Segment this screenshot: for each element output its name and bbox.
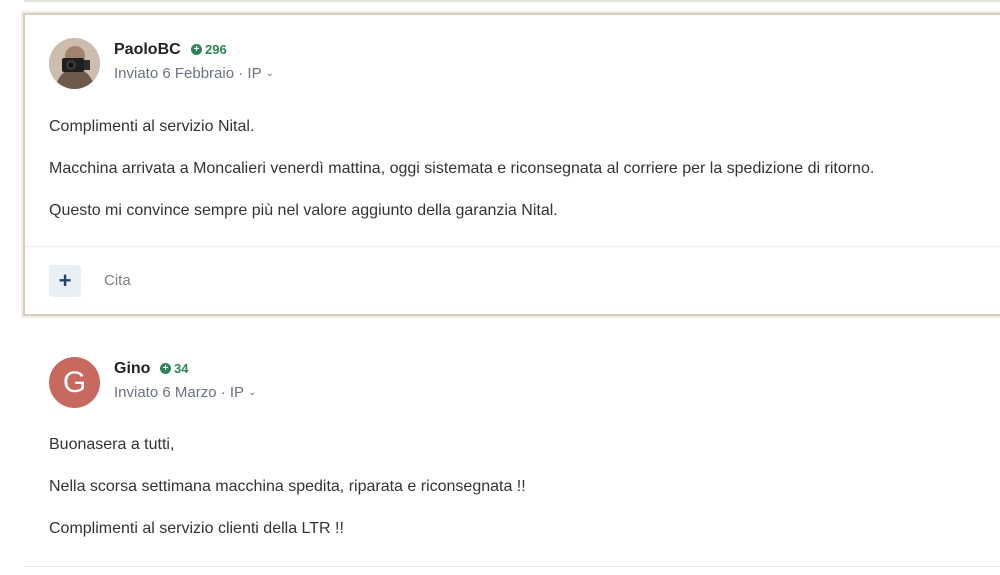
post-paragraph: Macchina arrivata a Moncalieri venerdì m… [49, 160, 875, 177]
reputation-badge: + 296 [191, 42, 227, 57]
post-divider [24, 566, 1000, 567]
reputation-badge: + 34 [160, 361, 188, 376]
post-paolobc: PaoloBC + 296 Inviato 6 Febbraio · IP ⌄ … [23, 13, 1000, 316]
post-paragraph: Buonasera a tutti, [49, 436, 175, 453]
post-paragraph: Nella scorsa settimana macchina spedita,… [49, 478, 526, 495]
top-divider [24, 0, 1000, 2]
plus-circle-icon: + [160, 363, 171, 374]
quote-button[interactable]: Cita [104, 272, 131, 289]
post-divider [25, 246, 1000, 247]
reputation-count: 296 [205, 42, 227, 57]
post-paragraph: Questo mi convince sempre più nel valore… [49, 202, 558, 219]
chevron-down-icon: ⌄ [248, 387, 257, 398]
camera-photo-avatar-icon [49, 38, 100, 89]
chevron-down-icon: ⌄ [265, 68, 274, 79]
author-name[interactable]: PaoloBC [114, 41, 181, 59]
avatar[interactable]: G [49, 357, 100, 408]
author-name[interactable]: Gino [114, 360, 150, 378]
avatar-letter: G [62, 365, 87, 399]
post-paragraph: Complimenti al servizio Nital. [49, 118, 255, 135]
post-date: Inviato 6 Marzo · IP [114, 384, 245, 401]
avatar[interactable] [49, 38, 100, 89]
reputation-count: 34 [174, 361, 189, 376]
post-meta[interactable]: Inviato 6 Febbraio · IP ⌄ [114, 65, 274, 82]
plus-circle-icon: + [191, 44, 202, 55]
plus-icon[interactable]: + [49, 265, 81, 297]
post-paragraph: Complimenti al servizio clienti della LT… [49, 520, 344, 537]
post-meta[interactable]: Inviato 6 Marzo · IP ⌄ [114, 384, 256, 401]
post-date: Inviato 6 Febbraio · IP [114, 65, 262, 82]
